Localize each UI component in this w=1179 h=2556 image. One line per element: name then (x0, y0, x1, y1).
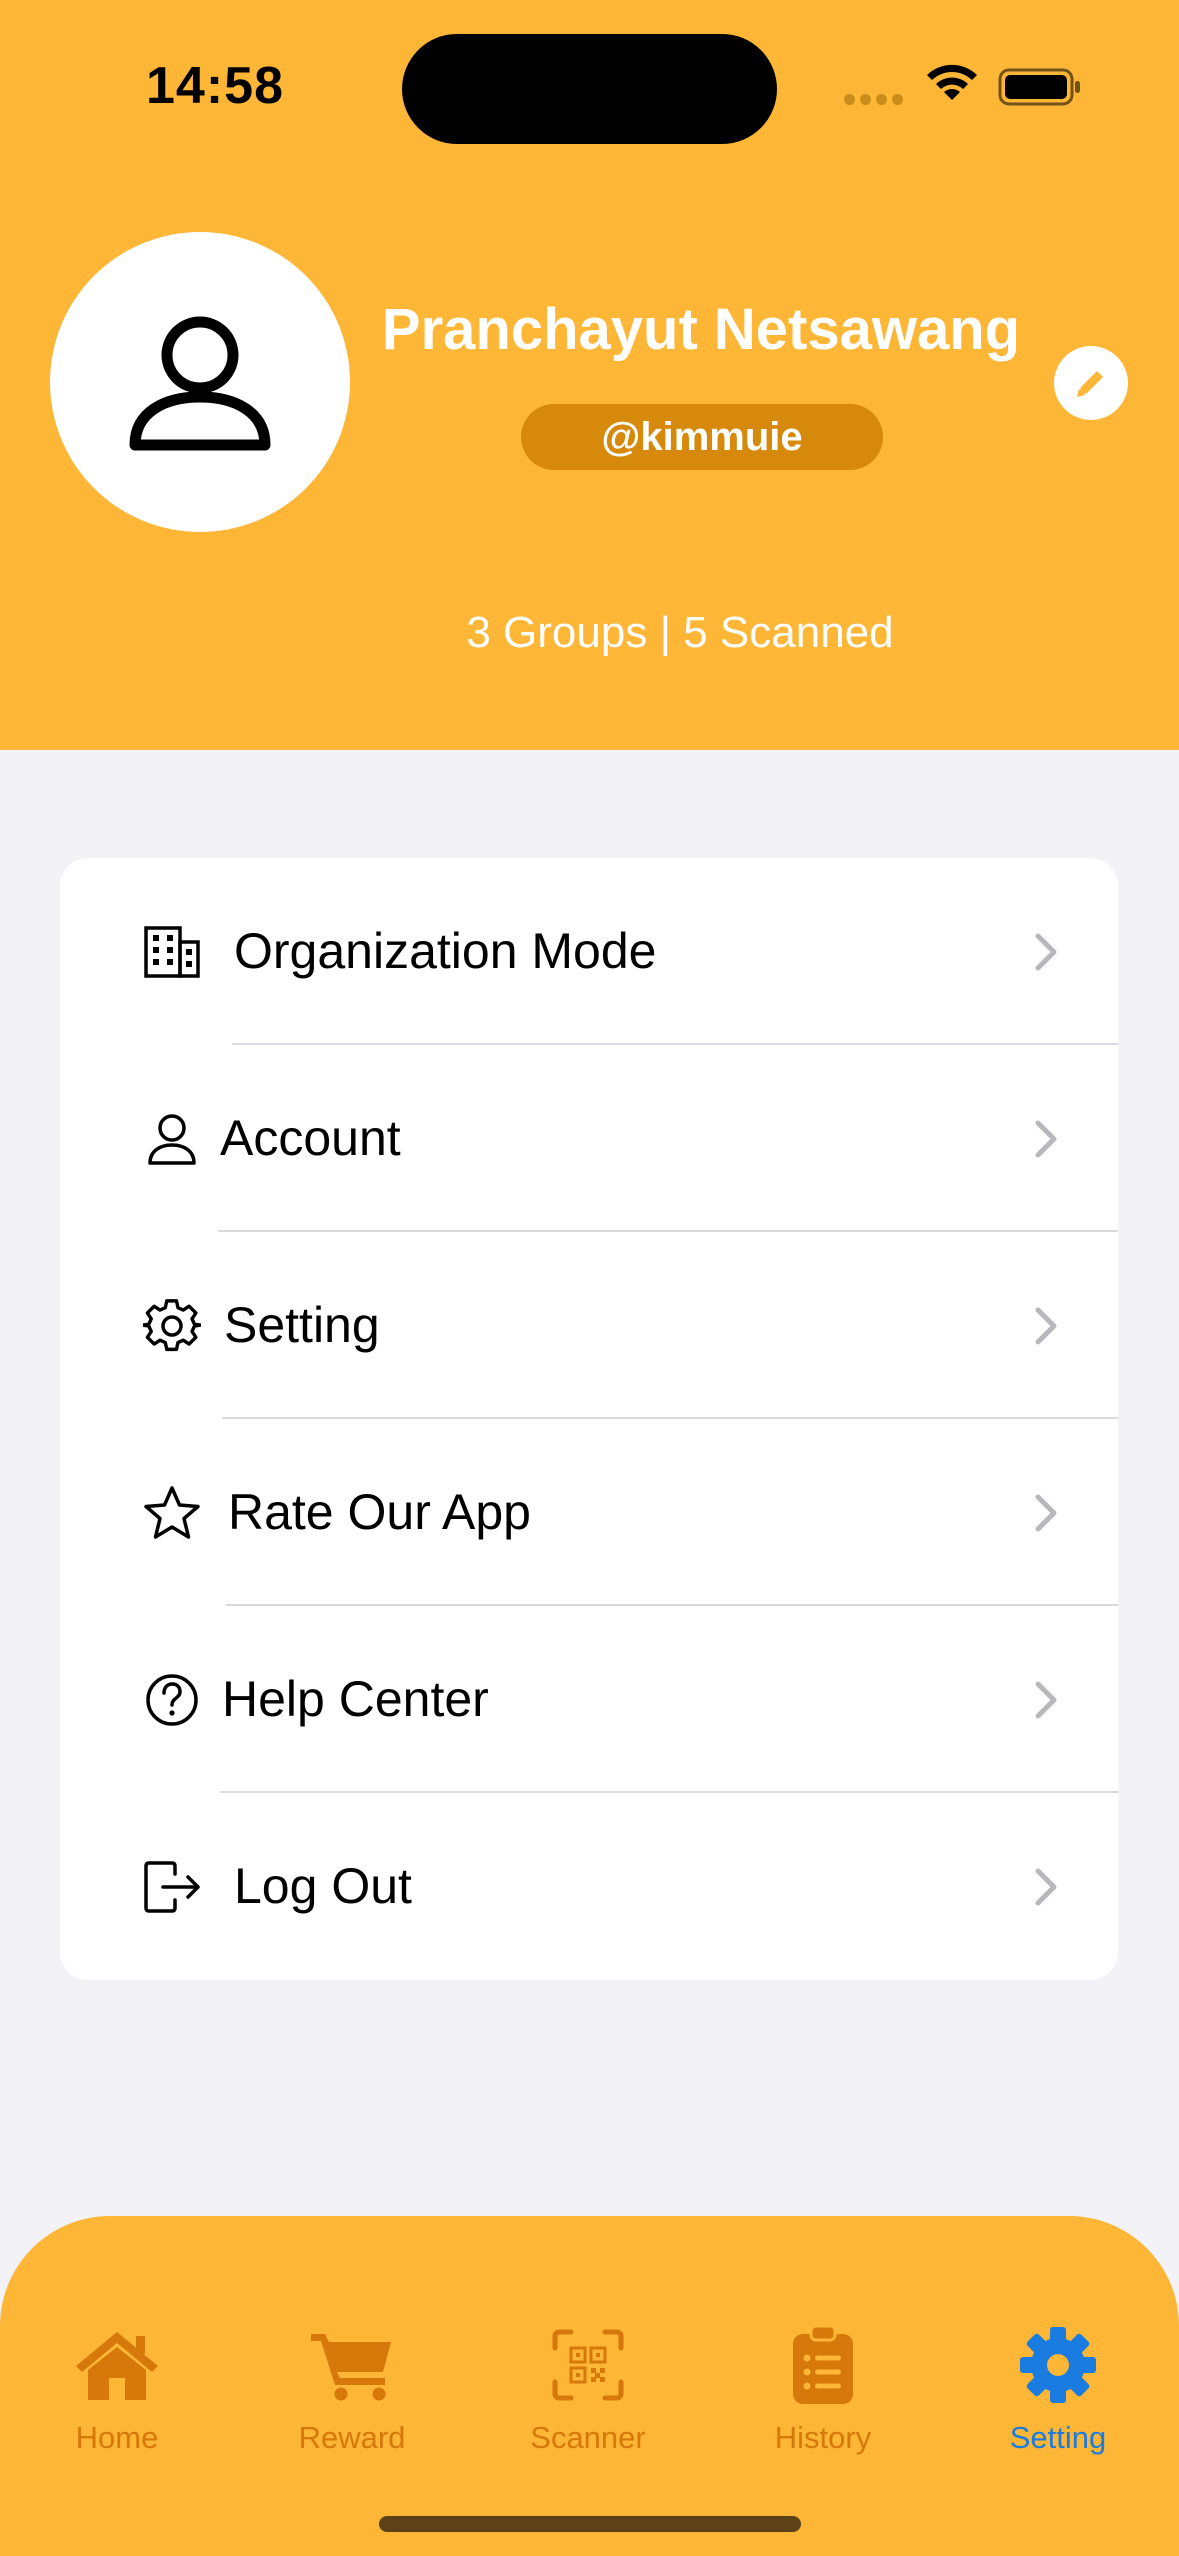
house-icon (76, 2332, 158, 2400)
menu-item-label: Log Out (234, 1858, 412, 1914)
chevron-right-icon (1035, 1681, 1057, 1719)
tab-history[interactable]: History (723, 2320, 923, 2470)
home-indicator[interactable] (379, 2516, 801, 2532)
battery-icon (998, 68, 1080, 106)
cellular-signal-icon (844, 94, 904, 106)
tab-setting[interactable]: Setting (958, 2320, 1158, 2470)
star-icon (144, 1486, 200, 1539)
tab-label: History (774, 2420, 872, 2455)
pencil-icon (1077, 371, 1103, 397)
menu-item-organization-mode[interactable]: Organization Mode (60, 858, 1118, 1045)
chevron-right-icon (1035, 1494, 1057, 1532)
menu-item-account[interactable]: Account (60, 1045, 1118, 1232)
menu-item-setting[interactable]: Setting (60, 1232, 1118, 1419)
tab-reward[interactable]: Reward (252, 2320, 452, 2470)
chevron-right-icon (1035, 1307, 1057, 1345)
menu-item-label: Account (220, 1110, 401, 1166)
tab-label: Setting (1009, 2420, 1107, 2455)
person-icon (129, 316, 271, 451)
dynamic-island (402, 34, 777, 144)
question-circle-icon (146, 1674, 198, 1726)
status-indicators (844, 62, 1084, 112)
tab-bar: Home Reward Scanner History Setting (0, 2216, 1179, 2556)
menu-item-label: Rate Our App (228, 1484, 531, 1540)
menu-item-label: Organization Mode (234, 923, 657, 979)
chevron-right-icon (1035, 1120, 1057, 1158)
tab-label: Home (75, 2420, 159, 2455)
tab-label: Reward (298, 2420, 406, 2455)
building-icon (144, 926, 200, 978)
menu-item-label: Help Center (222, 1671, 489, 1727)
status-time: 14:58 (146, 57, 284, 115)
tab-home[interactable]: Home (17, 2320, 217, 2470)
user-name: Pranchayut Netsawang (381, 297, 1021, 362)
settings-menu: Organization Mode Account Setting Rate O… (60, 858, 1118, 1980)
wifi-icon (927, 64, 977, 100)
logout-icon (144, 1861, 200, 1913)
menu-item-rate-our-app[interactable]: Rate Our App (60, 1419, 1118, 1606)
profile-stats: 3 Groups | 5 Scanned (466, 608, 894, 657)
qr-scanner-icon (552, 2329, 624, 2401)
menu-item-log-out[interactable]: Log Out (60, 1793, 1118, 1980)
menu-item-help-center[interactable]: Help Center (60, 1606, 1118, 1793)
person-icon (148, 1114, 196, 1165)
tab-label: Scanner (530, 2420, 646, 2455)
gear-icon (1020, 2327, 1096, 2403)
username-badge: @kimmuie (521, 404, 883, 470)
avatar[interactable] (50, 232, 350, 532)
gear-icon (143, 1299, 201, 1352)
clipboard-list-icon (793, 2324, 853, 2404)
menu-item-label: Setting (224, 1297, 380, 1353)
cart-icon (311, 2334, 391, 2401)
chevron-right-icon (1035, 1868, 1057, 1906)
chevron-right-icon (1035, 933, 1057, 971)
profile-header: 14:58 Pranchayut Netsawang @kimmuie 3 Gr… (0, 0, 1179, 750)
tab-scanner[interactable]: Scanner (488, 2320, 688, 2470)
edit-profile-button[interactable] (1054, 346, 1128, 420)
